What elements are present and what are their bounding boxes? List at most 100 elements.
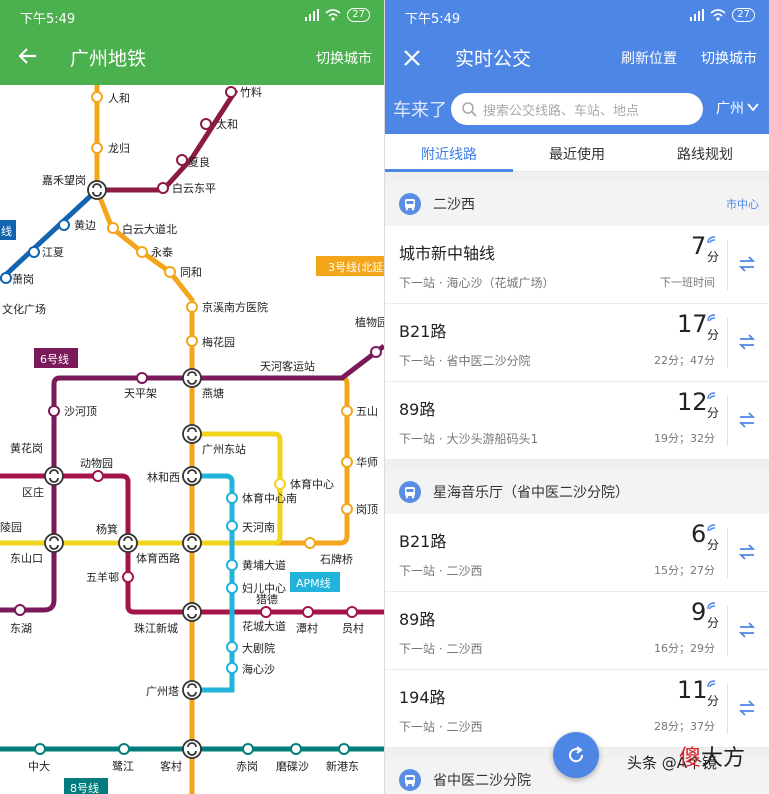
station-label: 大剧院 xyxy=(242,641,275,655)
back-arrow-icon[interactable] xyxy=(16,44,40,68)
interchange-icon[interactable] xyxy=(182,680,202,700)
station-dot[interactable] xyxy=(226,641,238,653)
tab-recent[interactable]: 最近使用 xyxy=(549,144,605,164)
station-dot[interactable] xyxy=(48,405,60,417)
tab-route-planning[interactable]: 路线规划 xyxy=(677,144,733,164)
station-dot[interactable] xyxy=(14,604,26,616)
swap-direction-icon[interactable] xyxy=(737,254,757,274)
station-dot[interactable] xyxy=(107,222,119,234)
line-3-badge-label: 3号线(北延 xyxy=(328,260,383,274)
bus-stop-icon xyxy=(399,481,421,503)
switch-city-button[interactable]: 切换城市 xyxy=(316,48,372,68)
station-dot[interactable] xyxy=(186,335,198,347)
station-dot[interactable] xyxy=(118,743,130,755)
station-dot[interactable] xyxy=(186,301,198,313)
interchange-icon[interactable] xyxy=(182,533,202,553)
interchange-icon[interactable] xyxy=(182,368,202,388)
station-dot[interactable] xyxy=(164,266,176,278)
station-dot[interactable] xyxy=(176,154,188,166)
station-label: 白云大道北 xyxy=(122,222,177,236)
route-row[interactable]: 城市新中轴线 下一站 · 海心沙（花城广场） 7 分 下一班时间 xyxy=(385,226,769,304)
station-dot[interactable] xyxy=(274,478,286,490)
station-dot[interactable] xyxy=(370,346,382,358)
station-header[interactable]: 星海音乐厅（省中医二沙分院） xyxy=(385,470,769,514)
station-label: 天河客运站 xyxy=(260,359,315,373)
station-dot[interactable] xyxy=(302,606,314,618)
interchange-icon[interactable] xyxy=(44,466,64,486)
station-dot[interactable] xyxy=(226,559,238,571)
chevron-down-icon[interactable] xyxy=(747,102,759,112)
interchange-icon[interactable] xyxy=(87,180,107,200)
station-dot[interactable] xyxy=(0,272,12,284)
station-dot[interactable] xyxy=(92,470,104,482)
station-dot[interactable] xyxy=(58,219,70,231)
route-row[interactable]: 89路 下一站 · 大沙头游船码头1 12 分 19分；32分 xyxy=(385,382,769,460)
station-dot[interactable] xyxy=(346,606,358,618)
close-icon[interactable] xyxy=(401,47,423,69)
station-dot[interactable] xyxy=(157,182,169,194)
station-dot[interactable] xyxy=(200,118,212,130)
station-header[interactable]: 二沙西 市中心 xyxy=(385,182,769,226)
realtime-signal-icon xyxy=(707,524,716,532)
station-dot[interactable] xyxy=(242,743,254,755)
search-input[interactable]: 搜索公交线路、车站、地点 xyxy=(451,93,703,125)
station-dot[interactable] xyxy=(226,662,238,674)
swap-direction-icon[interactable] xyxy=(737,698,757,718)
route-row[interactable]: 89路 下一站 · 二沙西 9 分 16分；29分 xyxy=(385,592,769,670)
station-dot[interactable] xyxy=(136,246,148,258)
interchange-icon[interactable] xyxy=(182,739,202,759)
route-row[interactable]: B21路 下一站 · 省中医二沙分院 17 分 22分；47分 xyxy=(385,304,769,382)
switch-city-button[interactable]: 切换城市 xyxy=(701,48,757,68)
station-dot[interactable] xyxy=(226,582,238,594)
station-label: 竹料 xyxy=(240,85,262,99)
eta-unit: 分 xyxy=(707,538,720,552)
station-dot[interactable] xyxy=(225,86,237,98)
station-dot[interactable] xyxy=(28,246,40,258)
station-dot[interactable] xyxy=(341,405,353,417)
route-name: 194路 xyxy=(399,688,446,707)
station-label: 猎德 xyxy=(256,592,278,606)
station-dot[interactable] xyxy=(122,571,134,583)
interchange-icon[interactable] xyxy=(182,424,202,444)
row-separator xyxy=(727,396,728,446)
swap-direction-icon[interactable] xyxy=(737,332,757,352)
interchange-icon[interactable] xyxy=(182,466,202,486)
station-dot[interactable] xyxy=(304,537,316,549)
station-label: 东山口 xyxy=(10,552,43,565)
tab-nearby[interactable]: 附近线路 xyxy=(421,144,477,164)
line-maroon-track xyxy=(97,88,239,193)
station-dot[interactable] xyxy=(260,606,272,618)
route-row[interactable]: B21路 下一站 · 二沙西 6 分 15分；27分 xyxy=(385,514,769,592)
refresh-button[interactable] xyxy=(553,732,599,778)
line-2-badge-label: 线 xyxy=(1,224,12,238)
interchange-icon[interactable] xyxy=(182,602,202,622)
station-dot[interactable] xyxy=(226,492,238,504)
station-dot[interactable] xyxy=(91,142,103,154)
search-placeholder: 搜索公交线路、车站、地点 xyxy=(483,104,640,119)
station-label: 天河南 xyxy=(242,521,275,534)
station-dot[interactable] xyxy=(34,743,46,755)
swap-direction-icon[interactable] xyxy=(737,410,757,430)
eta-unit: 分 xyxy=(707,328,720,342)
station-dot[interactable] xyxy=(136,372,148,384)
eta-minutes: 9 xyxy=(691,598,707,626)
station-dot[interactable] xyxy=(338,743,350,755)
interchange-icon[interactable] xyxy=(118,533,138,553)
route-name: 城市新中轴线 xyxy=(399,244,496,263)
station-label: 嘉禾望岗 xyxy=(42,173,86,187)
station-dot[interactable] xyxy=(341,503,353,515)
station-label: 白云东平 xyxy=(172,181,216,195)
station-label: 动物园 xyxy=(80,456,113,470)
city-selector[interactable]: 广州 xyxy=(716,98,744,118)
status-time: 下午5:49 xyxy=(20,12,76,27)
metro-map[interactable]: 线 3号线(北延 6号线 APM线 8号线 人和 龙归 嘉禾望岗 竹料 太和 夏… xyxy=(0,85,384,794)
refresh-location-button[interactable]: 刷新位置 xyxy=(621,48,677,68)
station-dot[interactable] xyxy=(226,520,238,532)
interchange-icon[interactable] xyxy=(44,533,64,553)
station-dot[interactable] xyxy=(341,456,353,468)
swap-direction-icon[interactable] xyxy=(737,542,757,562)
station-dot[interactable] xyxy=(290,743,302,755)
swap-direction-icon[interactable] xyxy=(737,620,757,640)
eta-minutes: 6 xyxy=(691,520,707,548)
station-dot[interactable] xyxy=(91,91,103,103)
